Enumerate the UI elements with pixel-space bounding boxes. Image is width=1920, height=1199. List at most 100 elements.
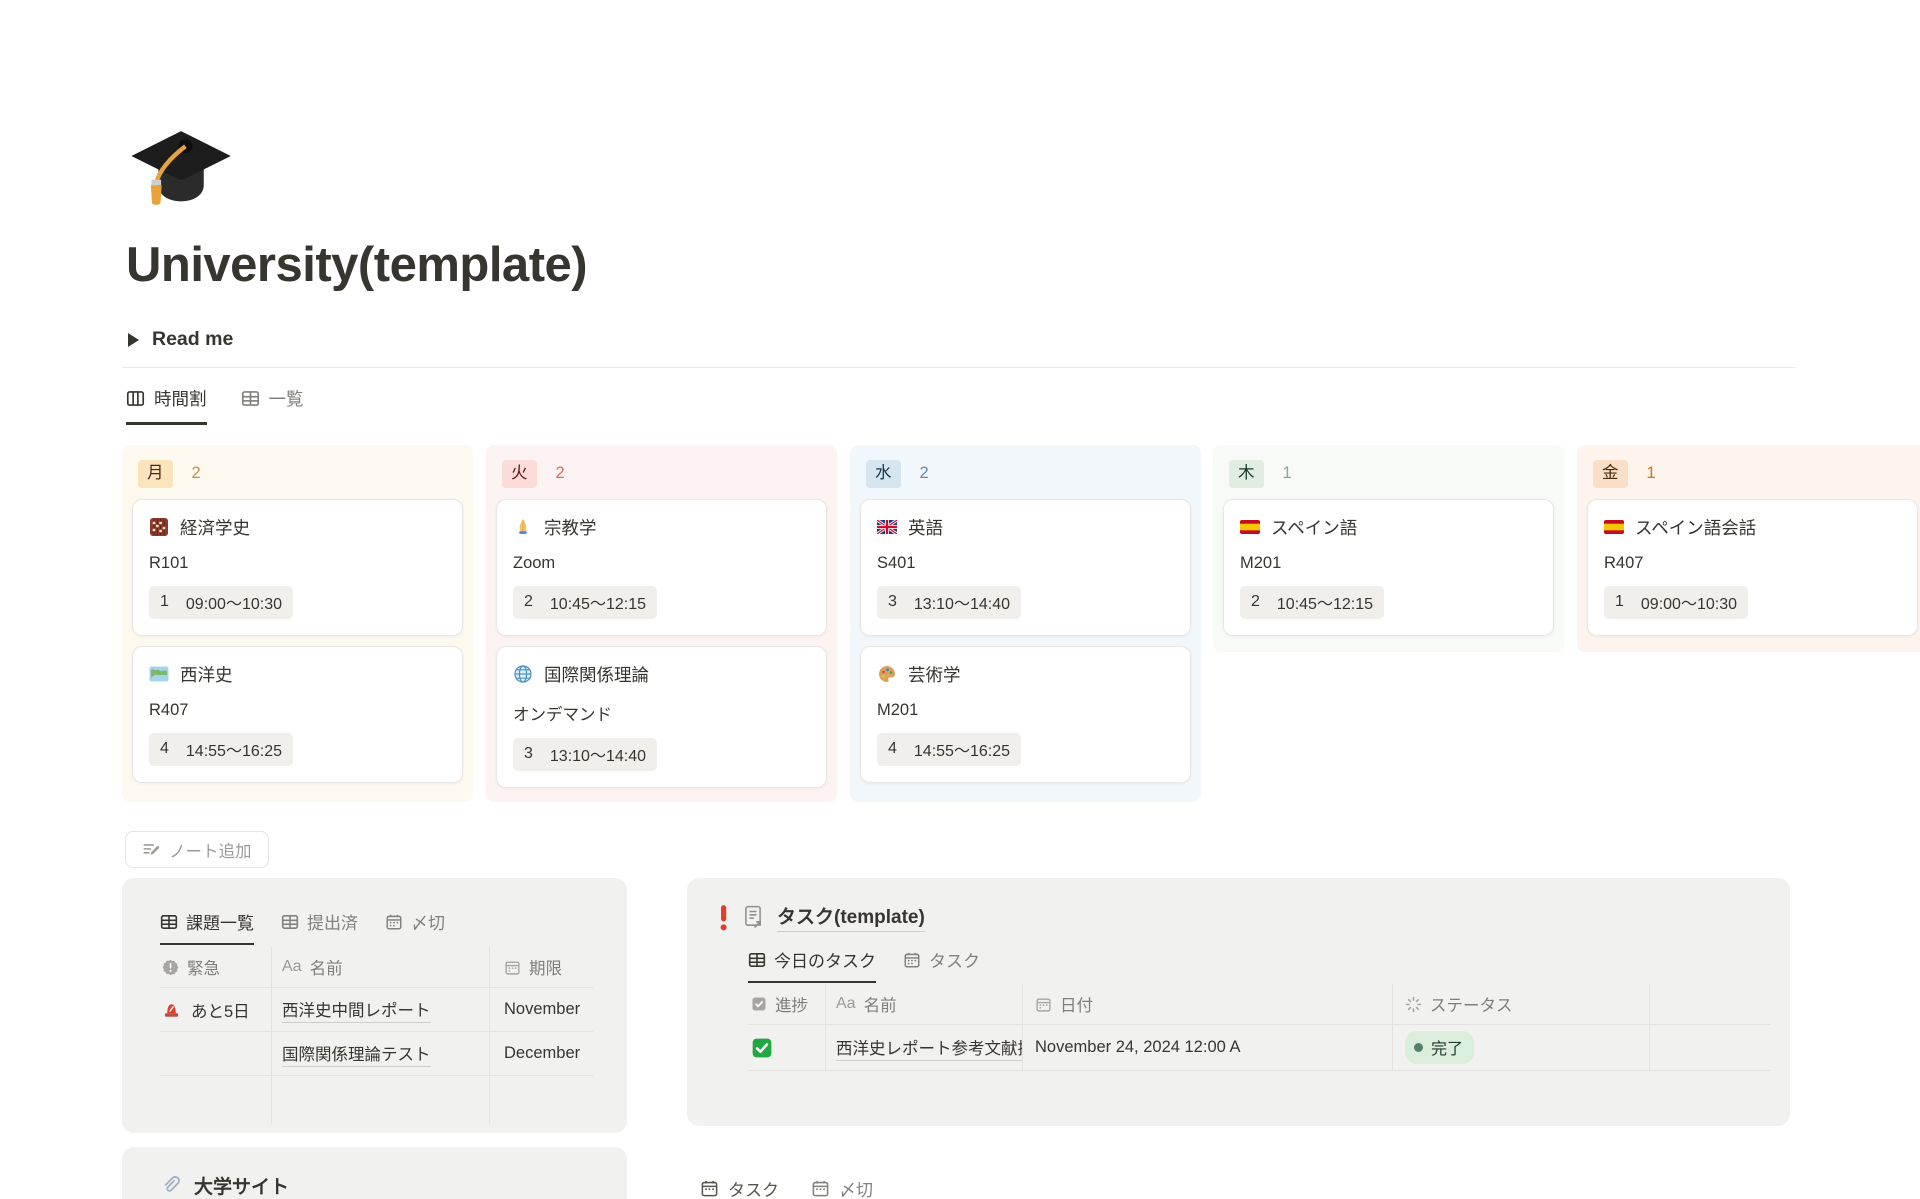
period-number: 3: [888, 593, 897, 611]
class-card[interactable]: 芸術学 M201 4 14:55〜16:25: [860, 646, 1191, 783]
column-header-progress[interactable]: 進捗: [748, 984, 826, 1025]
tab-label: タスク: [929, 947, 980, 972]
header-label: ステータス: [1430, 992, 1513, 1016]
class-name: 英語: [908, 515, 943, 540]
tab-list-label: 一覧: [269, 386, 304, 411]
column-header-due[interactable]: 期限: [490, 947, 593, 988]
tab-label: 〆切: [411, 909, 445, 934]
add-note-label: ノート追加: [169, 838, 252, 862]
class-room: R407: [149, 701, 446, 720]
assignment-link[interactable]: 国際関係理論テスト: [282, 1041, 431, 1067]
divider: [122, 367, 1796, 368]
class-card[interactable]: 経済学史 R101 1 09:00〜10:30: [132, 499, 463, 636]
task-link[interactable]: 西洋史レポート参考文献探し: [836, 1035, 1023, 1061]
tab-deadline[interactable]: 〆切: [385, 909, 445, 945]
time-range: 13:10〜14:40: [914, 590, 1010, 614]
assignment-link[interactable]: 西洋史中間レポート: [282, 997, 431, 1023]
due-value: November: [504, 1000, 580, 1019]
column-header[interactable]: 水 2: [850, 445, 1201, 499]
class-card[interactable]: 宗教学 Zoom 2 10:45〜12:15: [496, 499, 827, 636]
text-property-icon: Aa: [836, 995, 856, 1013]
tab-label: 課題一覧: [186, 909, 254, 934]
tab-deadline-bottom[interactable]: 〆切: [811, 1176, 873, 1199]
class-name: 国際関係理論: [544, 662, 649, 687]
class-card[interactable]: 国際関係理論 オンデマンド 3 13:10〜14:40: [496, 646, 827, 788]
due-cell[interactable]: December: [490, 1032, 593, 1076]
paperclip-icon: [160, 1175, 181, 1196]
column-header-status[interactable]: ステータス: [1393, 984, 1650, 1025]
calendar-icon: [504, 959, 521, 976]
tab-assignment-list[interactable]: 課題一覧: [160, 909, 254, 945]
tab-tasks-bottom[interactable]: タスク: [700, 1176, 779, 1199]
header-label: 名前: [310, 955, 343, 979]
class-room: R101: [149, 554, 446, 573]
assignment-name-cell[interactable]: 国際関係理論テスト: [272, 1032, 490, 1076]
class-card[interactable]: 西洋史 R407 4 14:55〜16:25: [132, 646, 463, 783]
column-header-urgent[interactable]: 緊急: [160, 947, 272, 988]
status-badge[interactable]: 完了: [1405, 1031, 1474, 1064]
readme-toggle[interactable]: Read me: [128, 328, 233, 351]
progress-cell[interactable]: [748, 1025, 826, 1071]
day-badge: 金: [1593, 460, 1628, 488]
compose-icon: [142, 841, 160, 859]
tab-today-tasks[interactable]: 今日のタスク: [748, 947, 876, 983]
urgent-value: あと5日: [191, 998, 250, 1022]
column-header-date[interactable]: 日付: [1023, 984, 1393, 1025]
tab-submitted[interactable]: 提出済: [281, 909, 358, 945]
table-view-icon: [160, 913, 178, 931]
calendar-icon: [385, 913, 403, 931]
task-name-cell[interactable]: 西洋史レポート参考文献探し: [826, 1025, 1023, 1071]
urgent-cell[interactable]: [160, 1032, 272, 1076]
readme-label: Read me: [152, 328, 233, 351]
urgent-cell[interactable]: あと5日: [160, 988, 272, 1032]
add-note-button[interactable]: ノート追加: [125, 831, 269, 868]
date-cell[interactable]: November 24, 2024 12:00 A: [1023, 1025, 1393, 1071]
class-name: スペイン語会話: [1635, 515, 1756, 540]
class-name: 宗教学: [544, 515, 597, 540]
university-links-section: 大学サイト: [122, 1147, 627, 1199]
tab-all-tasks[interactable]: タスク: [903, 947, 980, 983]
siren-icon: [162, 1000, 181, 1019]
status-label: 完了: [1431, 1035, 1463, 1059]
empty-header-cell: [1650, 984, 1770, 1025]
tab-timetable[interactable]: 時間割: [126, 386, 207, 425]
period-number: 4: [160, 740, 169, 758]
period-number: 1: [160, 593, 169, 611]
column-header[interactable]: 木 1: [1213, 445, 1564, 499]
page-icon graduation-cap-icon[interactable]: [126, 116, 234, 224]
period-time-pill: 1 09:00〜10:30: [1604, 586, 1748, 619]
day-badge: 火: [502, 460, 537, 488]
urgent-seal-icon: [162, 959, 179, 976]
status-cell[interactable]: 完了: [1393, 1025, 1650, 1071]
time-range: 13:10〜14:40: [550, 742, 646, 766]
period-number: 1: [1615, 593, 1624, 611]
empty-cell: [160, 1076, 272, 1124]
class-card[interactable]: スペイン語 M201 2 10:45〜12:15: [1223, 499, 1554, 636]
card-count: 1: [1647, 464, 1656, 483]
card-count: 1: [1283, 464, 1292, 483]
class-card[interactable]: 英語 S401 3 13:10〜14:40: [860, 499, 1191, 636]
column-header-name[interactable]: Aa 名前: [826, 984, 1023, 1025]
period-time-pill: 1 09:00〜10:30: [149, 586, 293, 619]
column-header[interactable]: 月 2: [122, 445, 473, 499]
tab-list[interactable]: 一覧: [241, 386, 304, 425]
column-header-name[interactable]: Aa 名前: [272, 947, 490, 988]
tasks-title-link[interactable]: タスク(template): [777, 902, 925, 932]
due-cell[interactable]: November: [490, 988, 593, 1032]
empty-cell: [1650, 1025, 1770, 1071]
empty-cell: [490, 1076, 593, 1124]
column-header[interactable]: 火 2: [486, 445, 837, 499]
page-title: University(template): [126, 237, 587, 293]
toggle-triangle-icon: [128, 333, 139, 347]
text-property-icon: Aa: [282, 958, 302, 976]
assignment-name-cell[interactable]: 西洋史中間レポート: [272, 988, 490, 1032]
checked-checkbox-icon[interactable]: [751, 1037, 773, 1059]
tab-label: 〆切: [839, 1176, 873, 1199]
period-number: 2: [1251, 593, 1260, 611]
globe-icon: [513, 664, 533, 684]
board-column-tuesday: 火 2 宗教学 Zoom 2 10:45〜12:15 国際関係理論: [486, 445, 837, 802]
assignments-section: 課題一覧 提出済 〆切 緊急: [122, 878, 627, 1133]
class-card[interactable]: スペイン語会話 R407 1 09:00〜10:30: [1587, 499, 1918, 636]
card-count: 2: [920, 464, 929, 483]
column-header[interactable]: 金 1: [1577, 445, 1920, 499]
